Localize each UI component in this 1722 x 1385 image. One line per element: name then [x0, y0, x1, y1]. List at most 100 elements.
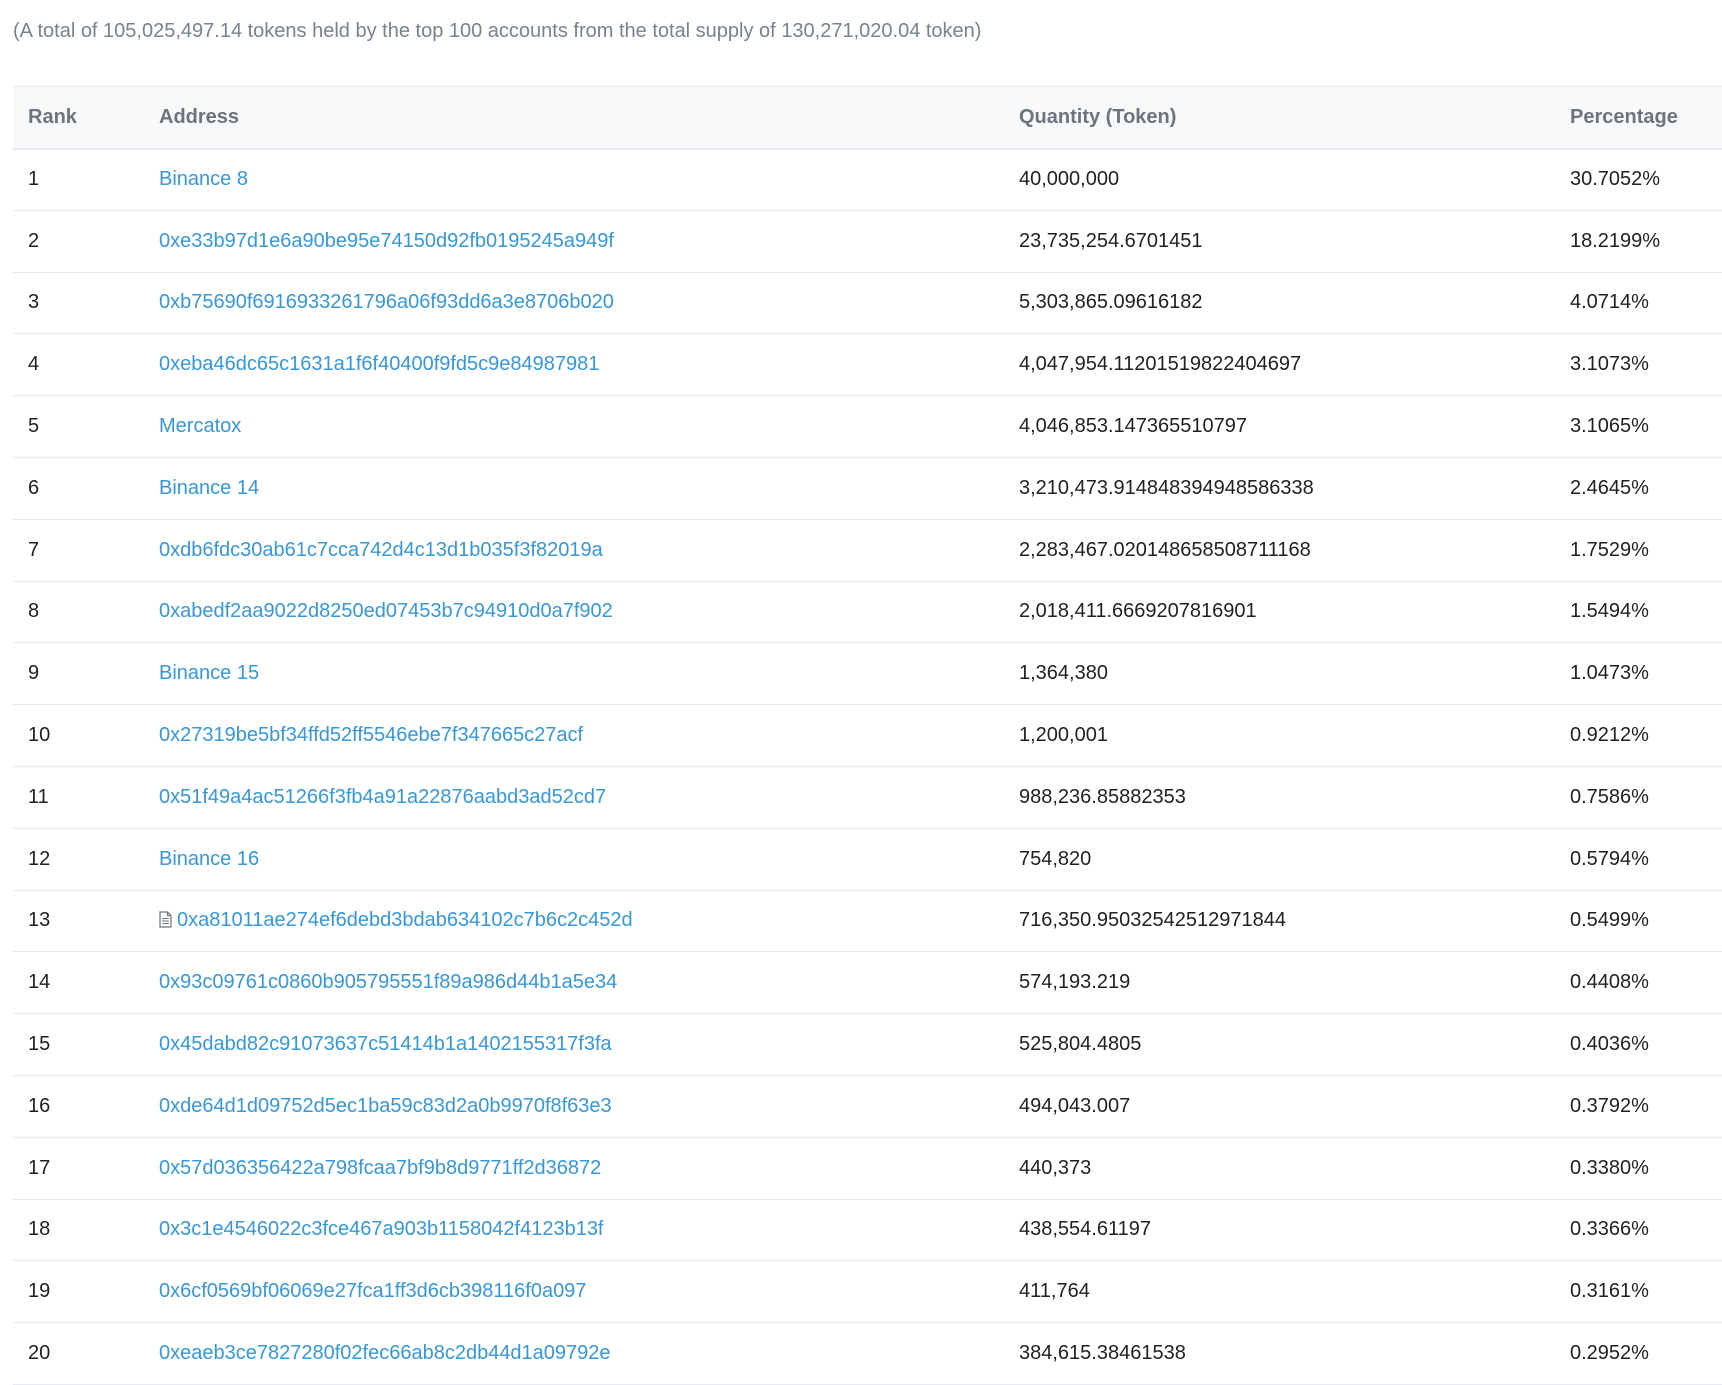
holder-address-link[interactable]: Binance 14 — [159, 477, 259, 499]
holder-address-link[interactable]: 0x57d036356422a798fcaa7bf9b8d9771ff2d368… — [159, 1157, 601, 1179]
rank-cell: 10 — [13, 704, 159, 767]
holder-address-link[interactable]: 0xeaeb3ce7827280f02fec66ab8c2db44d1a0979… — [159, 1342, 611, 1364]
holder-address-link[interactable]: Mercatox — [159, 415, 241, 437]
address-cell: Binance 8 — [159, 148, 1019, 211]
holder-address-link[interactable]: 0x93c09761c0860b905795551f89a986d44b1a5e… — [159, 971, 617, 993]
address-cell: 0xdb6fdc30ab61c7cca742d4c13d1b035f3f8201… — [159, 519, 1019, 582]
percentage-cell: 3.1065% — [1570, 395, 1722, 458]
address-cell: 0xde64d1d09752d5ec1ba59c83d2a0b9970f8f63… — [159, 1075, 1019, 1138]
percentage-cell: 0.4036% — [1570, 1013, 1722, 1076]
quantity-cell: 3,210,473.914848394948586338 — [1019, 457, 1570, 520]
rank-cell: 19 — [13, 1260, 159, 1324]
address-cell: 0x6cf0569bf06069e27fca1ff3d6cb398116f0a0… — [159, 1260, 1019, 1324]
percentage-cell: 1.0473% — [1570, 642, 1722, 706]
quantity-cell: 754,820 — [1019, 828, 1570, 891]
table-row: 9 Binance 15 1,364,380 1.0473% — [13, 642, 1722, 706]
column-header-rank[interactable]: Rank — [13, 86, 159, 150]
holder-address-link[interactable]: Binance 15 — [159, 662, 259, 684]
holder-address-link[interactable]: 0xe33b97d1e6a90be95e74150d92fb0195245a94… — [159, 230, 614, 252]
table-row: 2 0xe33b97d1e6a90be95e74150d92fb0195245a9… — [13, 210, 1722, 273]
address-cell: 0x57d036356422a798fcaa7bf9b8d9771ff2d368… — [159, 1137, 1019, 1200]
quantity-cell: 4,047,954.11201519822404697 — [1019, 333, 1570, 397]
quantity-cell: 1,364,380 — [1019, 642, 1570, 706]
percentage-cell: 30.7052% — [1570, 148, 1722, 211]
rank-cell: 13 — [13, 890, 159, 953]
holder-address-link[interactable]: 0x45dabd82c91073637c51414b1a1402155317f3… — [159, 1033, 612, 1055]
quantity-cell: 5,303,865.09616182 — [1019, 272, 1570, 335]
percentage-cell: 0.3161% — [1570, 1260, 1722, 1324]
table-row: 16 0xde64d1d09752d5ec1ba59c83d2a0b9970f8f… — [13, 1075, 1722, 1138]
holder-address-link[interactable]: 0x27319be5bf34ffd52ff5546ebe7f347665c27a… — [159, 724, 583, 746]
percentage-cell: 0.5499% — [1570, 890, 1722, 953]
holder-address-link[interactable]: 0xeba46dc65c1631a1f6f40400f9fd5c9e849879… — [159, 353, 599, 375]
percentage-cell: 18.2199% — [1570, 210, 1722, 273]
holder-address-link[interactable]: 0xdb6fdc30ab61c7cca742d4c13d1b035f3f8201… — [159, 539, 603, 561]
holder-address-link[interactable]: 0xde64d1d09752d5ec1ba59c83d2a0b9970f8f63… — [159, 1095, 612, 1117]
address-cell: 0xa81011ae274ef6debd3bdab634102c7b6c2c45… — [159, 890, 1019, 953]
percentage-cell: 0.4408% — [1570, 951, 1722, 1015]
address-cell: 0xb75690f6916933261796a06f93dd6a3e8706b0… — [159, 272, 1019, 335]
file-contract-icon — [159, 911, 172, 929]
holders-summary: (A total of 105,025,497.14 tokens held b… — [13, 20, 982, 42]
table-row: 4 0xeba46dc65c1631a1f6f40400f9fd5c9e84987… — [13, 333, 1722, 397]
quantity-cell: 23,735,254.6701451 — [1019, 210, 1570, 273]
rank-cell: 12 — [13, 828, 159, 891]
rank-cell: 2 — [13, 210, 159, 273]
table-row: 19 0x6cf0569bf06069e27fca1ff3d6cb398116f0… — [13, 1260, 1722, 1324]
rank-cell: 1 — [13, 148, 159, 211]
quantity-cell: 384,615.38461538 — [1019, 1322, 1570, 1385]
percentage-cell: 1.5494% — [1570, 581, 1722, 644]
column-header-quantity[interactable]: Quantity (Token) — [1019, 86, 1570, 150]
address-cell: 0xeba46dc65c1631a1f6f40400f9fd5c9e849879… — [159, 333, 1019, 397]
quantity-cell: 1,200,001 — [1019, 704, 1570, 767]
percentage-cell: 0.2952% — [1570, 1322, 1722, 1385]
table-row: 12 Binance 16 754,820 0.5794% — [13, 828, 1722, 891]
holder-address-link[interactable]: Binance 16 — [159, 848, 259, 870]
percentage-cell: 4.0714% — [1570, 272, 1722, 335]
address-cell: Binance 14 — [159, 457, 1019, 520]
percentage-cell: 1.7529% — [1570, 519, 1722, 582]
table-row: 6 Binance 14 3,210,473.914848394948586338 2… — [13, 457, 1722, 520]
rank-cell: 15 — [13, 1013, 159, 1076]
percentage-cell: 0.5794% — [1570, 828, 1722, 891]
holder-address-link[interactable]: 0x3c1e4546022c3fce467a903b1158042f4123b1… — [159, 1218, 604, 1240]
table-row: 3 0xb75690f6916933261796a06f93dd6a3e8706b… — [13, 272, 1722, 335]
holder-address-link[interactable]: 0xabedf2aa9022d8250ed07453b7c94910d0a7f9… — [159, 600, 613, 622]
rank-cell: 5 — [13, 395, 159, 458]
address-cell: 0x45dabd82c91073637c51414b1a1402155317f3… — [159, 1013, 1019, 1076]
quantity-cell: 2,283,467.020148658508711168 — [1019, 519, 1570, 582]
percentage-cell: 0.9212% — [1570, 704, 1722, 767]
quantity-cell: 2,018,411.6669207816901 — [1019, 581, 1570, 644]
quantity-cell: 716,350.95032542512971844 — [1019, 890, 1570, 953]
holder-address-link[interactable]: 0xa81011ae274ef6debd3bdab634102c7b6c2c45… — [177, 909, 633, 931]
quantity-cell: 4,046,853.147365510797 — [1019, 395, 1570, 458]
rank-cell: 3 — [13, 272, 159, 335]
rank-cell: 14 — [13, 951, 159, 1015]
quantity-cell: 525,804.4805 — [1019, 1013, 1570, 1076]
holder-address-link[interactable]: 0x6cf0569bf06069e27fca1ff3d6cb398116f0a0… — [159, 1280, 586, 1302]
rank-cell: 18 — [13, 1199, 159, 1262]
column-header-percentage[interactable]: Percentage — [1570, 86, 1722, 150]
table-row: 1 Binance 8 40,000,000 30.7052% — [13, 148, 1722, 211]
percentage-cell: 0.3792% — [1570, 1075, 1722, 1138]
address-cell: 0x93c09761c0860b905795551f89a986d44b1a5e… — [159, 951, 1019, 1015]
quantity-cell: 494,043.007 — [1019, 1075, 1570, 1138]
percentage-cell: 0.3366% — [1570, 1199, 1722, 1262]
address-cell: 0x51f49a4ac51266f3fb4a91a22876aabd3ad52c… — [159, 766, 1019, 829]
holder-address-link[interactable]: 0xb75690f6916933261796a06f93dd6a3e8706b0… — [159, 291, 614, 313]
holder-address-link[interactable]: 0x51f49a4ac51266f3fb4a91a22876aabd3ad52c… — [159, 786, 606, 808]
rank-cell: 16 — [13, 1075, 159, 1138]
table-row: 14 0x93c09761c0860b905795551f89a986d44b1a… — [13, 951, 1722, 1015]
holder-address-link[interactable]: Binance 8 — [159, 168, 248, 190]
token-holders-table: Rank Address Quantity (Token) Percentage… — [13, 86, 1722, 1385]
quantity-cell: 574,193.219 — [1019, 951, 1570, 1015]
rank-cell: 6 — [13, 457, 159, 520]
column-header-address[interactable]: Address — [159, 86, 1019, 150]
rank-cell: 17 — [13, 1137, 159, 1200]
quantity-cell: 988,236.85882353 — [1019, 766, 1570, 829]
table-header: Rank Address Quantity (Token) Percentage — [13, 86, 1722, 150]
table-row: 5 Mercatox 4,046,853.147365510797 3.1065% — [13, 395, 1722, 458]
table-row: 15 0x45dabd82c91073637c51414b1a1402155317… — [13, 1013, 1722, 1076]
address-cell: 0xeaeb3ce7827280f02fec66ab8c2db44d1a0979… — [159, 1322, 1019, 1385]
address-cell: 0xabedf2aa9022d8250ed07453b7c94910d0a7f9… — [159, 581, 1019, 644]
